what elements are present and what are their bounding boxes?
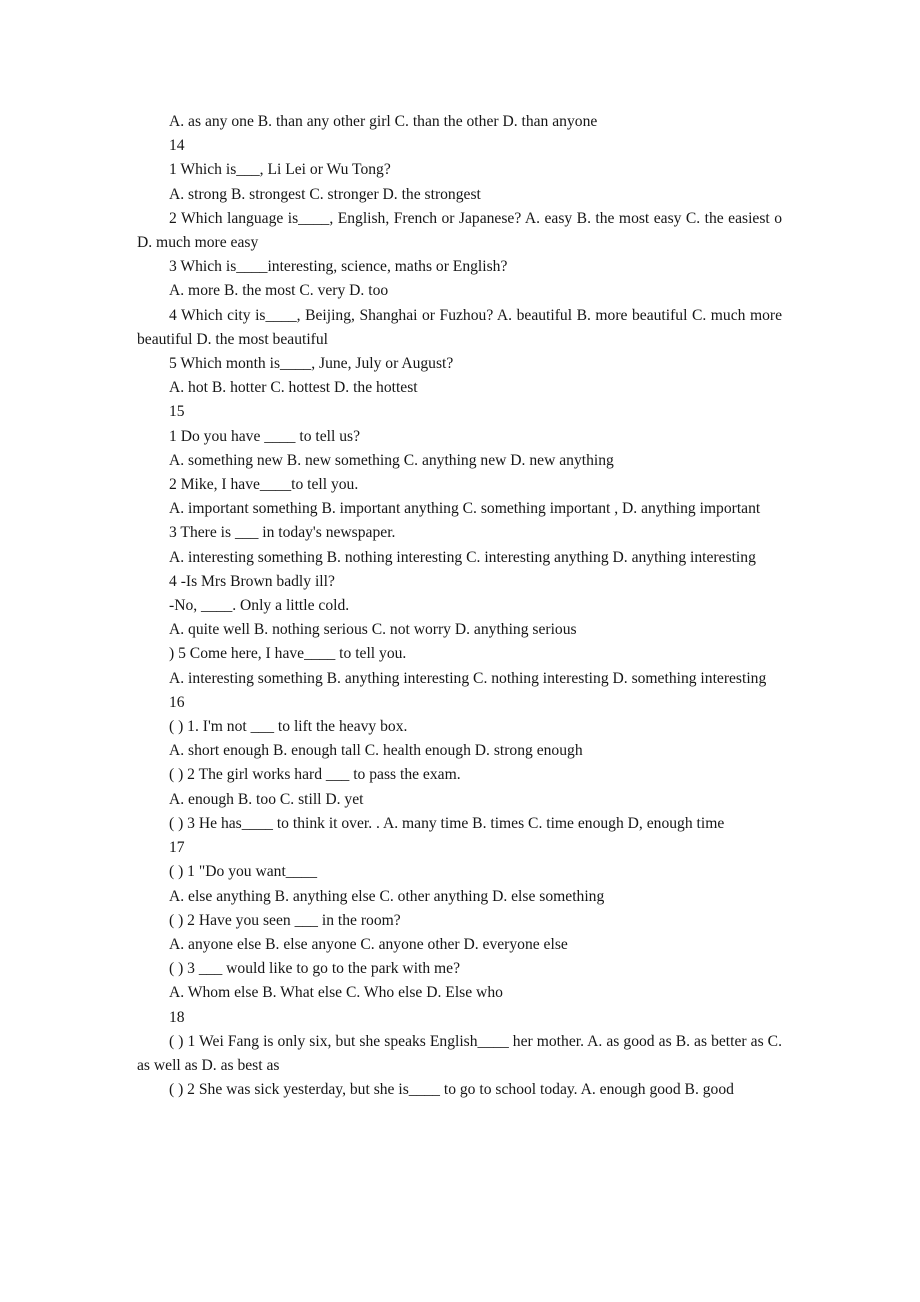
text-line: A. interesting something B. anything int… [169, 669, 767, 687]
text-line: 5 Which month is____, June, July or Augu… [169, 355, 454, 373]
text-line: A. anyone else B. else anyone C. anyone … [169, 935, 568, 953]
text-line: ( ) 2 She was sick yesterday, but she is… [169, 1081, 734, 1099]
text-line: ( ) 1. I'm not ___ to lift the heavy box… [169, 718, 408, 736]
text-line: -No, ____. Only a little cold. [169, 597, 350, 615]
text-line: 4 -Is Mrs Brown badly ill? [169, 572, 335, 590]
text-line: A. more B. the most C. very D. too [169, 282, 389, 300]
section-number: 14 [169, 137, 185, 155]
text-line: A. interesting something B. nothing inte… [169, 548, 756, 566]
text-line: A. strong B. strongest C. stronger D. th… [169, 185, 481, 203]
text-line: ( ) 1 Wei Fang is only six, but she spea… [137, 1032, 782, 1074]
section-number: 15 [169, 403, 185, 421]
text-line: ( ) 2 Have you seen ___ in the room? [169, 911, 401, 929]
text-line: A. hot B. hotter C. hottest D. the hotte… [169, 379, 418, 397]
text-line: ( ) 1 "Do you want____ [169, 863, 317, 881]
text-line: A. something new B. new something C. any… [169, 451, 614, 469]
text-line: A. else anything B. anything else C. oth… [169, 887, 605, 905]
section-number: 17 [169, 839, 185, 857]
text-line: A. enough B. too C. still D. yet [169, 790, 364, 808]
text-line: A. quite well B. nothing serious C. not … [169, 621, 577, 639]
document-page: A. as any one B. than any other girl C. … [0, 0, 920, 1302]
text-line: 3 There is ___ in today's newspaper. [169, 524, 396, 542]
text-line: ) 5 Come here, I have____ to tell you. [169, 645, 407, 663]
document-text-body: A. as any one B. than any other girl C. … [137, 110, 782, 1102]
text-line: 4 Which city is____, Beijing, Shanghai o… [137, 306, 782, 348]
text-line: 1 Do you have ____ to tell us? [169, 427, 360, 445]
text-line: ( ) 3 He has____ to think it over. . A. … [169, 814, 725, 832]
text-line: A. important something B. important anyt… [169, 500, 761, 518]
section-number: 18 [169, 1008, 185, 1026]
text-line: A. short enough B. enough tall C. health… [169, 742, 583, 760]
text-line: 3 Which is____interesting, science, math… [169, 258, 508, 276]
text-line: A. Whom else B. What else C. Who else D.… [169, 984, 503, 1002]
text-line: 2 Mike, I have____to tell you. [169, 476, 359, 494]
text-line: A. as any one B. than any other girl C. … [169, 113, 598, 130]
text-line: 1 Which is___, Li Lei or Wu Tong? [169, 161, 391, 179]
section-number: 16 [169, 693, 185, 711]
text-line: ( ) 3 ___ would like to go to the park w… [169, 960, 461, 978]
text-line: ( ) 2 The girl works hard ___ to pass th… [169, 766, 461, 784]
text-line: 2 Which language is____, English, French… [137, 209, 782, 252]
